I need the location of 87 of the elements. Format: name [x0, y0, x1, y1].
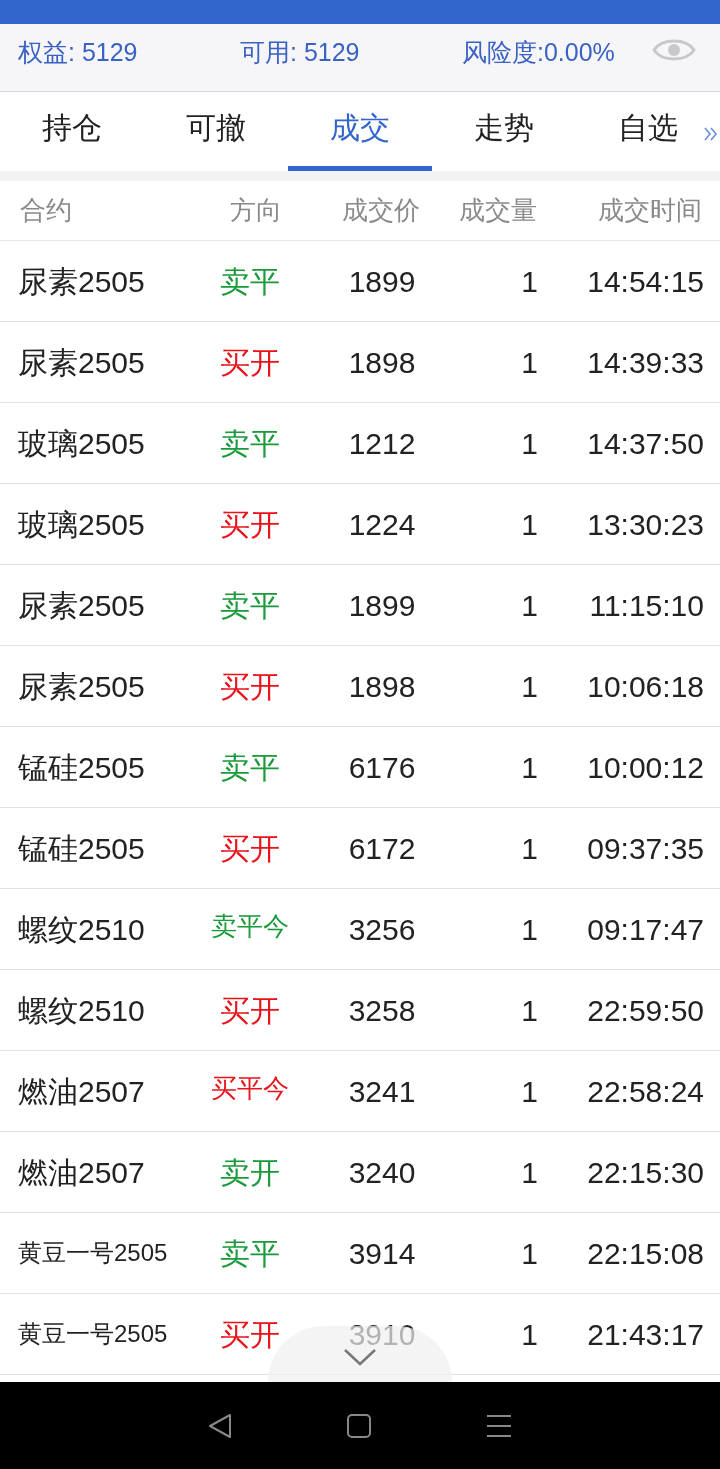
- tab[interactable]: 持仓: [0, 92, 144, 171]
- table-cell-text: 1: [521, 830, 538, 867]
- table-cell-text: 1898: [348, 668, 416, 705]
- table-cell-text: 玻璃2505: [17, 425, 146, 462]
- table-cell-text: 1: [521, 587, 538, 624]
- double-chevron-icon[interactable]: [704, 126, 718, 142]
- table-cell-text: 1: [521, 344, 538, 381]
- table-cell-text: 1: [521, 1235, 538, 1272]
- direction-text: 买开: [220, 506, 280, 543]
- home-icon[interactable]: [347, 1413, 371, 1438]
- table-cell-text: 3256: [348, 911, 416, 948]
- table-cell-text: 11:15:10: [589, 587, 704, 624]
- table-cell-text: 尿素2505: [17, 263, 146, 300]
- table-cell-text: 22:15:08: [587, 1235, 704, 1272]
- table-cell-text: 3910: [348, 1316, 416, 1353]
- table-cell-text: 螺纹2510: [17, 911, 146, 948]
- menu-icon[interactable]: [486, 1413, 513, 1438]
- tab[interactable]: 自选: [576, 92, 720, 171]
- direction-text: 卖平: [220, 425, 280, 462]
- table-cell-text: 10:06:18: [587, 668, 704, 705]
- direction-text: 卖平今: [211, 909, 289, 943]
- table-cell-text: 燃油2507: [17, 1154, 146, 1191]
- table-cell-text: 10:00:12: [587, 749, 704, 786]
- table-cell-text: 1899: [348, 587, 416, 624]
- table-cell-text: 1: [521, 911, 538, 948]
- tab[interactable]: 可撤: [144, 92, 288, 171]
- table-cell-text: 21:43:17: [587, 1316, 704, 1353]
- direction-text: 买平今: [211, 1071, 289, 1105]
- table-cell-text: 燃油2507: [17, 1073, 146, 1110]
- column-header: 方向: [229, 194, 283, 227]
- summary-text: 风险度:0.00%: [462, 37, 616, 68]
- table-cell-text: 14:54:15: [587, 263, 704, 300]
- table-cell-text: 09:37:35: [587, 830, 704, 867]
- table-cell-text: 3241: [348, 1073, 416, 1110]
- back-icon[interactable]: [207, 1412, 232, 1439]
- table-cell-text: 1899: [348, 263, 416, 300]
- table-cell-text: 1898: [348, 344, 416, 381]
- direction-text: 卖平: [220, 749, 280, 786]
- table-cell-text: 锰硅2505: [17, 830, 146, 867]
- tab[interactable]: 走势: [432, 92, 576, 171]
- direction-text: 买开: [220, 668, 280, 705]
- table-cell-text: 22:15:30: [587, 1154, 704, 1191]
- direction-text: 买开: [220, 1316, 280, 1353]
- direction-text: 卖平: [220, 1235, 280, 1272]
- table-cell-text: 22:58:24: [587, 1073, 704, 1110]
- table-cell-text: 1: [521, 263, 538, 300]
- chevron-down-icon: [343, 1348, 377, 1366]
- table-cell-text: 1: [521, 668, 538, 705]
- table-cell-text: 14:39:33: [587, 344, 704, 381]
- table-cell-text: 黄豆一号2505: [17, 1238, 169, 1268]
- table-cell-text: 1: [521, 1073, 538, 1110]
- table-cell-text: 3258: [348, 992, 416, 1029]
- table-cell-text: 黄豆一号2505: [17, 1319, 169, 1349]
- column-header: 成交量: [458, 194, 537, 227]
- summary-text: 权益: 5129: [18, 37, 139, 68]
- table-cell-text: 14:37:50: [587, 425, 704, 462]
- direction-text: 买开: [220, 992, 280, 1029]
- column-header: 合约: [19, 194, 73, 227]
- table-cell-text: 6172: [348, 830, 416, 867]
- table-cell-text: 22:59:50: [587, 992, 704, 1029]
- table-cell-text: 尿素2505: [17, 587, 146, 624]
- table-cell-text: 1: [521, 992, 538, 1029]
- table-cell-text: 尿素2505: [17, 344, 146, 381]
- table-cell-text: 6176: [348, 749, 416, 786]
- direction-text: 卖开: [220, 1154, 280, 1191]
- table-cell-text: 1212: [348, 425, 416, 462]
- summary-text: 可用: 5129: [240, 37, 361, 68]
- direction-text: 买开: [220, 830, 280, 867]
- table-cell-text: 螺纹2510: [17, 992, 146, 1029]
- direction-text: 卖平: [220, 263, 280, 300]
- table-cell-text: 尿素2505: [17, 668, 146, 705]
- table-cell-text: 3914: [348, 1235, 416, 1272]
- table-cell-text: 锰硅2505: [17, 749, 146, 786]
- column-header: 成交价: [341, 194, 420, 227]
- table-cell-text: 3240: [348, 1154, 416, 1191]
- table-cell-text: 13:30:23: [587, 506, 704, 543]
- table-cell-text: 1: [521, 1316, 538, 1353]
- table-cell-text: 玻璃2505: [17, 506, 146, 543]
- table-cell-text: 1: [521, 506, 538, 543]
- direction-text: 买开: [220, 344, 280, 381]
- table-cell-text: 1: [521, 425, 538, 462]
- table-cell-text: 1: [521, 1154, 538, 1191]
- column-header: 成交时间: [597, 194, 702, 227]
- table-cell-text: 1224: [348, 506, 416, 543]
- table-cell-text: 1: [521, 749, 538, 786]
- direction-text: 卖平: [220, 587, 280, 624]
- table-cell-text: 09:17:47: [587, 911, 704, 948]
